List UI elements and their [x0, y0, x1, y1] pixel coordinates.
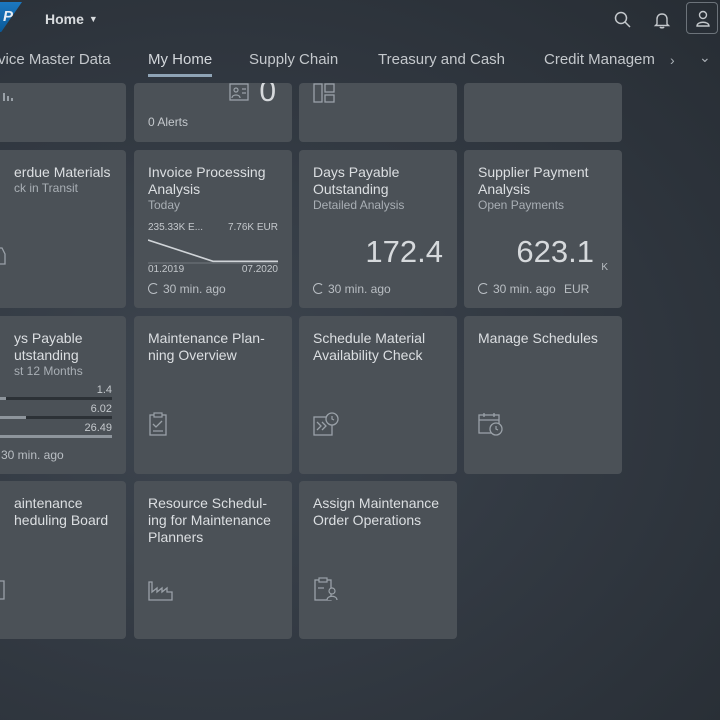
search-icon	[614, 11, 631, 28]
bar-fill	[0, 435, 112, 438]
bar-value: 26.49	[84, 422, 112, 434]
tile-footer: 30 min. ago	[1, 448, 64, 462]
tile-subtitle: Open Payments	[478, 198, 565, 212]
shell-bar: P Home ▼	[0, 0, 720, 40]
bar-row: 2021 1.4	[0, 384, 112, 403]
tile-title: Supplier Payment Analysis	[478, 164, 589, 197]
checklist-icon	[149, 412, 167, 436]
tile-title: Resource Schedul- ing for Maintenance Pl…	[148, 495, 271, 545]
trend-start-value: 235.33K E...	[148, 222, 204, 233]
tab-treasury-and-cash[interactable]: Treasury and Cash	[378, 51, 505, 68]
factory-icon	[148, 581, 173, 601]
dashboard-icon	[313, 83, 335, 103]
chart-icon	[3, 93, 13, 101]
tab-bar: vice Master Data My Home Supply Chain Tr…	[0, 40, 720, 80]
tile-footer: 30 min. ago	[478, 282, 556, 296]
refresh-icon	[478, 283, 489, 294]
tile-title: Schedule Material Availability Check	[313, 330, 426, 363]
logo-text: P	[3, 8, 14, 25]
app-title: Home	[45, 11, 84, 27]
user-icon	[696, 10, 710, 27]
search-button[interactable]	[607, 4, 639, 36]
tile-manage-schedules[interactable]: Manage Schedules	[464, 316, 622, 474]
tab-service-master-data[interactable]: vice Master Data	[0, 51, 111, 68]
tile-maintenance-planning-overview[interactable]: Maintenance Plan- ning Overview	[134, 316, 292, 474]
tab-supply-chain[interactable]: Supply Chain	[249, 51, 338, 68]
tile-title: erdue Materials	[14, 164, 111, 180]
tab-credit-management[interactable]: Credit Managem	[544, 51, 655, 68]
tile-supplier-payment-analysis[interactable]: Supplier Payment Analysis Open Payments …	[464, 150, 622, 308]
trend-line	[148, 239, 278, 263]
trend-chart	[148, 239, 278, 264]
bar-fill	[0, 397, 6, 400]
truck-icon	[0, 247, 6, 265]
tile-partial-row0-col2[interactable]	[299, 83, 457, 142]
tile-title: aintenance heduling Board	[14, 495, 109, 528]
notifications-button[interactable]	[646, 4, 678, 36]
tile-alerts[interactable]: 0 0 Alerts	[134, 83, 292, 142]
bell-icon	[653, 13, 671, 29]
bar-value: 1.4	[96, 384, 112, 396]
alert-list-icon	[229, 83, 249, 101]
bar-row: 2021 26.49	[0, 422, 112, 441]
refresh-icon	[148, 283, 159, 294]
assign-person-icon	[314, 577, 338, 601]
user-menu-button[interactable]	[686, 2, 718, 34]
comparison-bar-list: 2021 1.4 2021 6.02 2021 26.49	[0, 384, 112, 441]
tile-title: Invoice Processing Analysis	[148, 164, 266, 197]
kpi-unit: EUR	[564, 282, 590, 296]
tile-subtitle: st 12 Months	[14, 364, 83, 378]
tile-subtitle: ck in Transit	[14, 181, 79, 195]
tab-my-home[interactable]: My Home	[148, 51, 213, 77]
tile-maintenance-scheduling-board[interactable]: aintenance heduling Board	[0, 481, 126, 639]
tile-resource-scheduling[interactable]: Resource Schedul- ing for Maintenance Pl…	[134, 481, 292, 639]
scroll-right-icon[interactable]: ›	[670, 52, 675, 68]
schedule-check-icon	[313, 412, 339, 436]
tile-title: Days Payable Outstanding	[313, 164, 400, 197]
tile-title: Assign Maintenance Order Operations	[313, 495, 440, 528]
kpi-scale: K	[601, 262, 608, 273]
kpi-value: 623.1	[516, 234, 594, 269]
board-icon	[0, 580, 5, 600]
tile-subtitle: Today	[148, 198, 181, 212]
tab-overflow-icon[interactable]: ⌄	[699, 49, 711, 66]
caret-down-icon: ▼	[88, 14, 98, 24]
tile-partial-row0-col0[interactable]	[0, 83, 126, 142]
kpi-value: 172.4	[365, 234, 443, 269]
alerts-count: 0	[259, 83, 276, 108]
tile-title: Maintenance Plan- ning Overview	[148, 330, 265, 363]
bar-fill	[0, 416, 26, 419]
sap-logo[interactable]: P	[0, 2, 24, 32]
bar-track	[0, 435, 112, 438]
trend-end-value: 7.76K EUR	[227, 222, 278, 233]
bar-row: 2021 6.02	[0, 403, 112, 422]
bar-track	[0, 397, 112, 400]
tile-footer: 30 min. ago	[313, 282, 391, 296]
bar-track	[0, 416, 112, 419]
tile-partial-row0-col3[interactable]	[464, 83, 622, 142]
trend-start-date: 01.2019	[148, 264, 185, 275]
calendar-clock-icon	[478, 413, 503, 436]
tile-title: Manage Schedules	[478, 330, 598, 346]
tile-assign-maintenance-order[interactable]: Assign Maintenance Order Operations	[299, 481, 457, 639]
alerts-label: 0 Alerts	[148, 115, 189, 129]
tile-subtitle: Detailed Analysis	[313, 198, 405, 212]
tile-title: ys Payable utstanding	[14, 330, 83, 363]
bar-value: 6.02	[90, 403, 112, 415]
tile-invoice-processing[interactable]: Invoice Processing Analysis Today 235.33…	[134, 150, 292, 308]
refresh-icon	[313, 283, 324, 294]
trend-end-date: 07.2020	[241, 264, 278, 275]
tile-schedule-material-availability[interactable]: Schedule Material Availability Check	[299, 316, 457, 474]
tile-footer: 30 min. ago	[148, 282, 226, 296]
tile-overdue-materials[interactable]: erdue Materials ck in Transit	[0, 150, 126, 308]
tile-dpo-last-12-months[interactable]: ys Payable utstanding st 12 Months 2021 …	[0, 316, 126, 474]
app-title-menu[interactable]: Home ▼	[45, 11, 98, 27]
tile-days-payable-outstanding[interactable]: Days Payable Outstanding Detailed Analys…	[299, 150, 457, 308]
